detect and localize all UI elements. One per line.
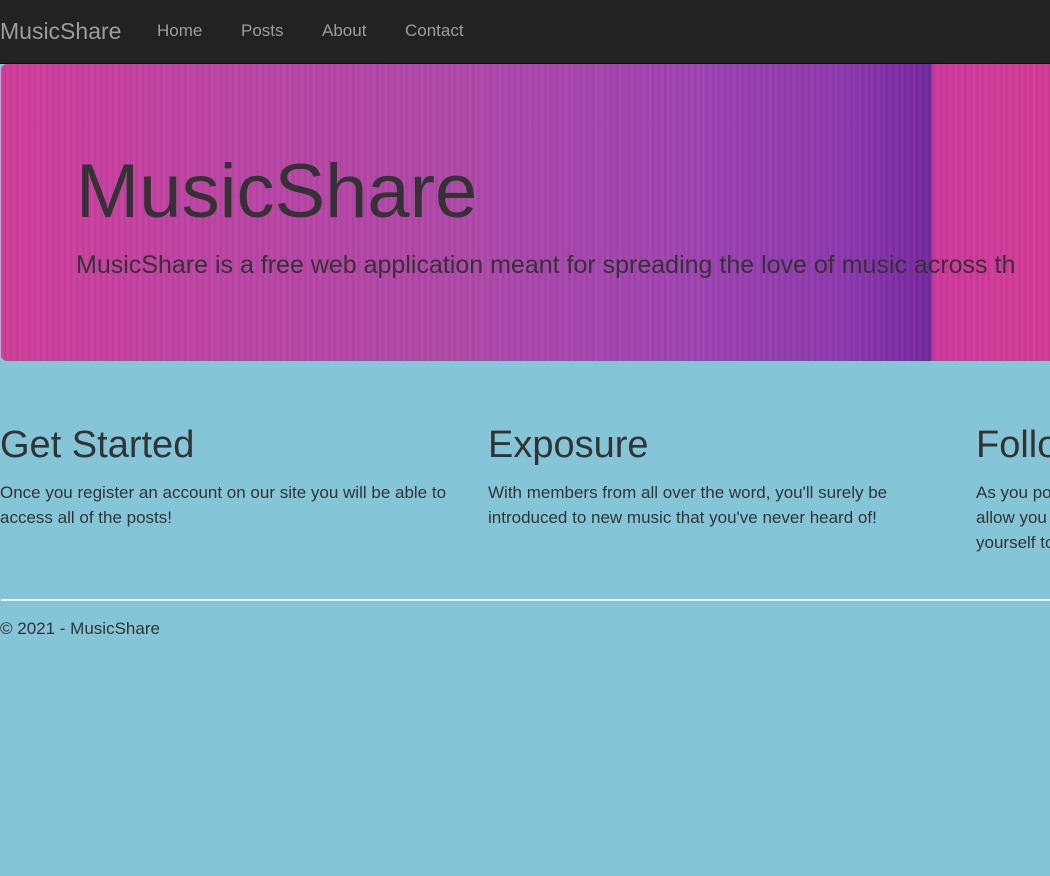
feature-text-line: As you po <box>976 483 1050 502</box>
copyright-text: © 2021 - MusicShare <box>0 619 160 638</box>
feature-text: Once you register an account on our site… <box>0 483 447 527</box>
feature-get-started: Get Started Once you register an account… <box>0 422 460 530</box>
footer-divider <box>0 599 1050 601</box>
nav-link-home[interactable]: Home <box>157 21 202 41</box>
feature-title: Follo <box>976 424 1050 466</box>
feature-text-line: yourself to <box>976 533 1050 552</box>
footer: © 2021 - MusicShare <box>0 619 160 639</box>
hero-jumbotron: MusicShare MusicShare is a free web appl… <box>1 64 1050 361</box>
feature-title: Get Started <box>0 424 195 466</box>
nav-link-contact[interactable]: Contact <box>405 21 464 41</box>
feature-follow: Follo As you po allow you yourself to <box>976 422 1050 555</box>
feature-title: Exposure <box>488 424 649 466</box>
feature-text-line: allow you <box>976 508 1047 527</box>
brand-link[interactable]: MusicShare <box>0 17 121 45</box>
feature-text: As you po allow you yourself to <box>976 480 1050 555</box>
nav-link-posts[interactable]: Posts <box>241 21 284 41</box>
feature-text: With members from all over the word, you… <box>488 483 888 527</box>
top-navbar: MusicShare Home Posts About Contact <box>0 0 1050 64</box>
hero-title: MusicShare <box>76 149 478 234</box>
nav-link-about[interactable]: About <box>322 21 366 41</box>
hero-lead-text: MusicShare is a free web application mea… <box>76 251 1016 279</box>
feature-exposure: Exposure With members from all over the … <box>488 422 928 530</box>
